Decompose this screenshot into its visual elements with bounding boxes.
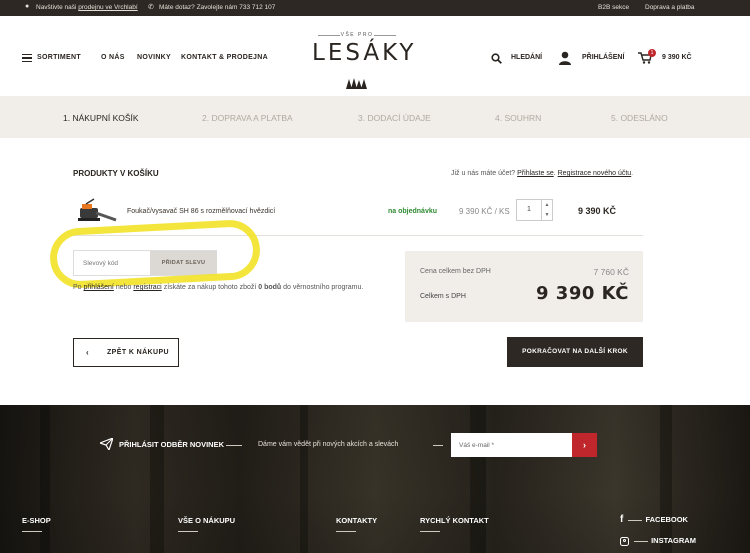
phone-text: Máte dotaz? Zavolejte nám 733 712 107 (159, 4, 276, 11)
b2b-link[interactable]: B2B sekce (598, 4, 629, 11)
note-text-end: do věrnostního programu. (281, 284, 364, 291)
tree-trunk (470, 405, 486, 553)
user-icon[interactable] (558, 51, 572, 65)
newsletter-title: PŘIHLÁSIT ODBĚR NOVINEK (119, 440, 225, 449)
login-link[interactable]: PŘIHLÁŠENÍ (582, 54, 624, 61)
nav-news[interactable]: NOVINKY (137, 54, 171, 61)
store-info: ● Navštivte naši prodejnu ve Vrchlabí (25, 3, 138, 11)
loyalty-points: 0 bodů (258, 284, 282, 291)
divider (420, 531, 440, 532)
tree-trunk (300, 405, 308, 553)
register-link[interactable]: Registrace nového účtu (558, 170, 632, 177)
note-mid: nebo (113, 284, 134, 291)
top-bar: ● Navštivte naši prodejnu ve Vrchlabí ✆ … (0, 0, 750, 16)
footer-col-contacts[interactable]: KONTAKTY (336, 516, 377, 525)
tree-trunk (660, 405, 672, 553)
email-field[interactable] (451, 433, 572, 457)
nav-about[interactable]: O NÁS (101, 54, 125, 61)
footer-col-eshop[interactable]: E-SHOP (22, 516, 51, 525)
note-text: získáte za nákup tohoto zboží (161, 284, 259, 291)
newsletter-text: Dáme vám vědět při nových akcích a slevá… (258, 441, 399, 448)
search-icon[interactable] (491, 53, 502, 64)
note-register-link[interactable]: registraci (133, 284, 161, 291)
search-link[interactable]: HLEDÁNÍ (511, 54, 542, 61)
divider (433, 445, 443, 446)
menu-sortiment[interactable]: SORTIMENT (37, 54, 81, 61)
gross-total-label: Celkem s DPH (420, 293, 466, 300)
cart-content: PRODUKTY V KOŠÍKU Již u nás máte účet? P… (0, 138, 750, 405)
quantity-stepper[interactable]: ▲ ▼ (542, 199, 553, 221)
footer-col-quick-contact[interactable]: RYCHLÝ KONTAKT (420, 516, 489, 525)
note-prefix: Po (73, 284, 84, 291)
divider (178, 531, 198, 532)
trees-icon (346, 78, 367, 89)
footer-col-purchase[interactable]: VŠE O NÁKUPU (178, 516, 235, 525)
checkout-steps: 1. NÁKUPNÍ KOŠÍK 2. DOPRAVA A PLATBA 3. … (0, 96, 750, 138)
cart-total[interactable]: 9 390 KČ (662, 54, 692, 61)
availability-status: na objednávku (388, 208, 438, 215)
step-sent: 5. ODESLÁNO (611, 113, 668, 123)
logo-tagline: VŠE PRO (312, 32, 402, 38)
gross-total-value: 9 390 KČ (536, 283, 629, 304)
site-footer: PŘIHLÁSIT ODBĚR NOVINEK Dáme vám vědět p… (0, 405, 750, 553)
note-login-link[interactable]: přihlášení (84, 284, 114, 291)
account-question: Již u nás máte účet? (451, 170, 518, 177)
order-summary: Cena celkem bez DPH 7 760 KČ Celkem s DP… (405, 251, 643, 322)
site-logo[interactable]: VŠE PRO LESÁKY (312, 32, 417, 102)
line-total: 9 390 KČ (578, 206, 617, 216)
phone-icon: ✆ (148, 4, 154, 11)
site-header: SORTIMENT O NÁS NOVINKY KONTAKT & PRODEJ… (0, 16, 750, 96)
continue-button[interactable]: POKRAČOVAT NA DALŠÍ KROK (507, 337, 643, 367)
store-info-text: Navštivte naši (36, 4, 79, 11)
shipping-link[interactable]: Doprava a platba (645, 4, 695, 11)
logo-name: LESÁKY (312, 40, 417, 66)
net-total-label: Cena celkem bez DPH (420, 268, 491, 275)
instagram-link[interactable]: INSTAGRAM (620, 536, 696, 546)
phone-info: ✆ Máte dotaz? Zavolejte nám 733 712 107 (148, 4, 276, 11)
step-cart: 1. NÁKUPNÍ KOŠÍK (63, 113, 139, 123)
unit-price: 9 390 KČ / KS (459, 207, 510, 216)
facebook-icon: f (620, 514, 624, 525)
step-details: 3. DODACÍ ÚDAJE (358, 113, 431, 123)
chevron-left-icon: ‹ (86, 348, 90, 357)
subscribe-button[interactable]: › (572, 433, 597, 457)
instagram-icon (620, 536, 629, 546)
store-link[interactable]: prodejnu ve Vrchlabí (78, 4, 137, 11)
highlight-annotation (48, 218, 262, 290)
qty-up-icon[interactable]: ▲ (545, 202, 550, 208)
back-button-label: ZPĚT K NÁKUPU (107, 349, 169, 356)
net-total-value: 7 760 KČ (593, 267, 629, 277)
divider (634, 540, 649, 542)
facebook-link[interactable]: f FACEBOOK (620, 514, 688, 525)
product-name[interactable]: Foukač/vysavač SH 86 s rozmělňovací hvěz… (127, 208, 275, 215)
quantity-input[interactable]: 1 (516, 199, 542, 221)
cart-count-badge: 1 (648, 49, 656, 57)
chevron-right-icon: › (583, 440, 586, 450)
qty-down-icon[interactable]: ▼ (545, 212, 550, 218)
divider (22, 531, 42, 532)
hamburger-icon[interactable] (22, 54, 32, 62)
back-to-shop-button[interactable]: ‹ ZPĚT K NÁKUPU (73, 338, 179, 367)
nav-contact[interactable]: KONTAKT & PRODEJNA (181, 54, 268, 61)
step-shipping: 2. DOPRAVA A PLATBA (202, 113, 293, 123)
divider (336, 531, 356, 532)
product-image[interactable] (78, 198, 118, 224)
step-summary: 4. SOUHRN (495, 113, 542, 123)
paper-plane-icon (100, 438, 113, 450)
divider (628, 519, 643, 521)
cart-heading: PRODUKTY V KOŠÍKU (73, 169, 159, 178)
divider (226, 445, 242, 446)
instagram-label: INSTAGRAM (651, 536, 696, 545)
facebook-label: FACEBOOK (645, 515, 688, 524)
login-prompt-link[interactable]: Přihlaste se (517, 170, 554, 177)
loyalty-note: Po přihlášení nebo registraci získáte za… (73, 283, 373, 293)
tree-trunk (150, 405, 164, 553)
location-pin-icon: ● (25, 3, 30, 10)
account-prompt: Již u nás máte účet? Přihlaste se. Regis… (451, 170, 634, 177)
